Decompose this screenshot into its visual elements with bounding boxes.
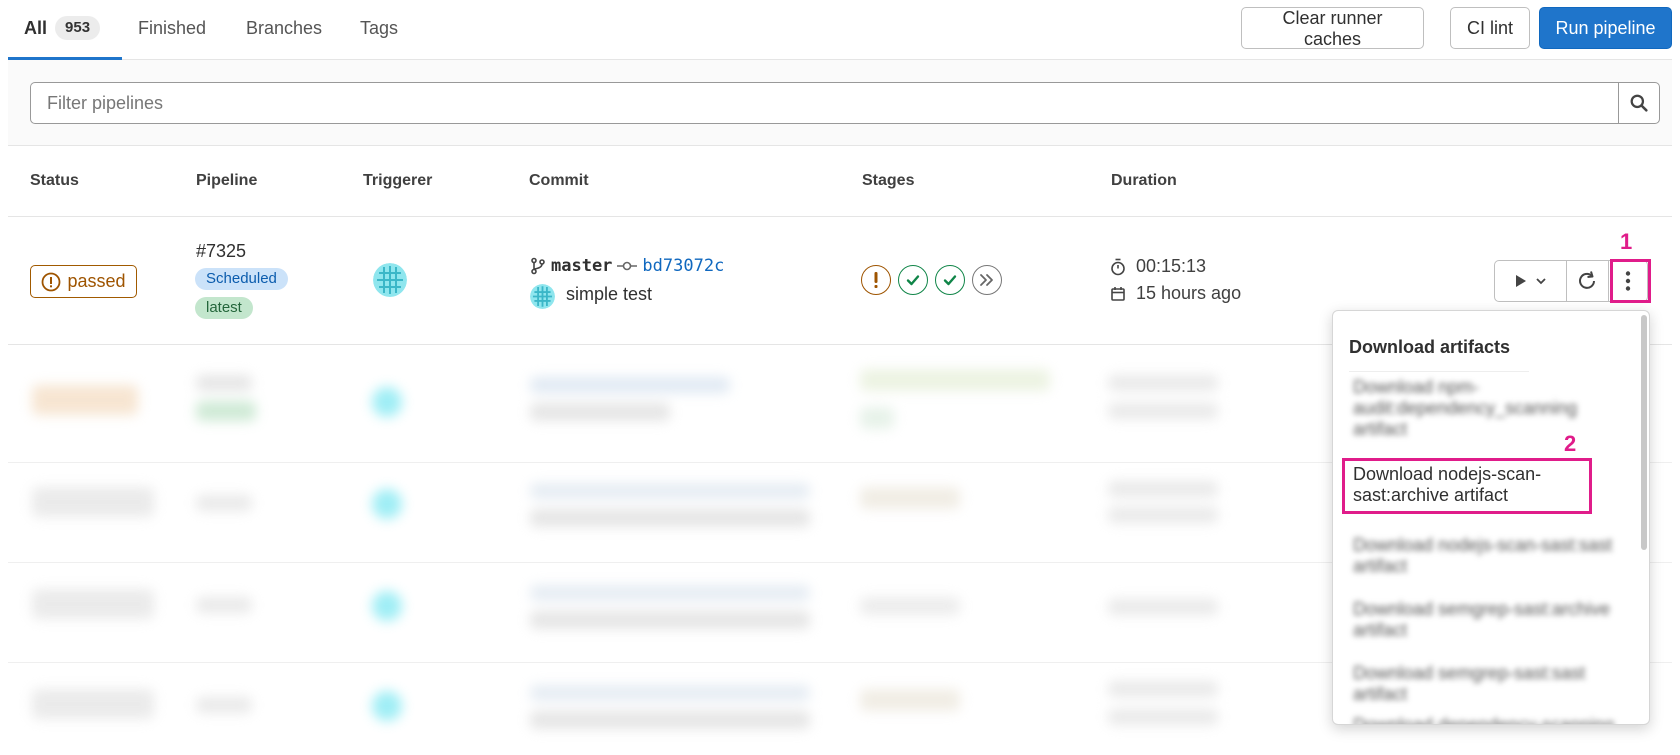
dropdown-divider (1349, 371, 1529, 372)
warning-icon (874, 272, 878, 288)
column-header-status: Status (30, 172, 79, 189)
annotation-box-more-actions (1610, 259, 1651, 303)
retry-pipeline-button[interactable] (1567, 261, 1609, 301)
tab-finished[interactable]: Finished (138, 0, 206, 60)
artifact-download-item[interactable]: Download nodejs-scan-sast:sast artifact (1353, 535, 1623, 577)
filter-pipelines-input[interactable] (30, 82, 1618, 124)
finished-time-value: 15 hours ago (1136, 283, 1242, 303)
tab-finished-label: Finished (138, 18, 207, 38)
calendar-icon (1111, 286, 1125, 301)
tab-branches-label: Branches (246, 18, 323, 38)
stage-skipped[interactable] (972, 265, 1002, 295)
commit-author-avatar[interactable] (530, 284, 555, 309)
annotation-number-1: 1 (1620, 229, 1633, 254)
search-button[interactable] (1618, 82, 1660, 124)
pipeline-id-link[interactable]: #7325 (196, 241, 246, 262)
column-header-duration: Duration (1111, 172, 1177, 189)
branch-icon (531, 257, 545, 275)
warning-icon (42, 272, 61, 291)
play-icon (1515, 275, 1526, 287)
timer-icon (1111, 258, 1125, 275)
duration-value: 00:15:13 (1136, 256, 1207, 276)
column-header-triggerer: Triggerer (363, 172, 433, 189)
triggerer-avatar[interactable] (373, 263, 407, 297)
chevron-down-icon (1535, 278, 1546, 285)
tab-all-count: 953 (55, 16, 101, 40)
tab-tags-label: Tags (360, 18, 399, 38)
commit-ref: master bd73072c (530, 256, 724, 276)
branch-name-link[interactable]: master (551, 256, 612, 276)
filter-bar (8, 60, 1672, 146)
tab-all[interactable]: All 953 (8, 0, 122, 60)
annotation-box-artifact-item (1342, 458, 1592, 514)
column-header-stages: Stages (862, 172, 915, 189)
dropdown-header: Download artifacts (1349, 337, 1511, 357)
dropdown-scrollbar[interactable] (1641, 315, 1647, 550)
artifact-download-item[interactable]: Download dependency-scanning artifact (1353, 715, 1623, 724)
artifact-download-item[interactable]: Download semgrep-sast:archive artifact (1353, 599, 1623, 641)
artifact-download-item[interactable]: Download semgrep-sast:sast artifact (1353, 663, 1623, 705)
skipped-icon (980, 274, 993, 286)
download-artifacts-dropdown: Download artifacts Download npm-audit:de… (1332, 310, 1650, 725)
commit-sha-link[interactable]: bd73072c (642, 256, 724, 276)
column-header-pipeline: Pipeline (196, 172, 258, 189)
ci-lint-button[interactable]: CI lint (1450, 7, 1530, 49)
clear-runner-caches-button[interactable]: Clear runner caches (1241, 7, 1424, 49)
commit-title-link[interactable]: simple test (566, 284, 652, 305)
run-pipeline-button[interactable]: Run pipeline (1539, 7, 1672, 49)
tab-branches[interactable]: Branches (246, 0, 322, 60)
status-badge-label: passed (67, 271, 126, 291)
artifact-download-item[interactable]: Download npm-audit:dependency_scanning a… (1353, 377, 1623, 440)
pipeline-duration: 00:15:13 (1110, 256, 1206, 277)
retry-icon (1579, 271, 1596, 289)
manual-jobs-dropdown-button[interactable] (1495, 261, 1568, 301)
column-header-commit: Commit (529, 172, 589, 189)
scheduled-badge: Scheduled (195, 268, 288, 290)
search-icon (1630, 94, 1648, 112)
stage-warning[interactable] (861, 265, 891, 295)
tab-tags[interactable]: Tags (360, 0, 398, 60)
pipeline-finished-time: 15 hours ago (1110, 283, 1241, 304)
annotation-number-2: 2 (1564, 431, 1577, 456)
latest-badge: latest (195, 297, 253, 319)
tab-all-label: All (24, 18, 48, 38)
pipeline-tabs-bar: All 953 Finished Branches Tags Clear runn… (8, 0, 1672, 60)
status-badge[interactable]: passed (30, 265, 137, 298)
check-icon (906, 275, 920, 286)
check-icon (943, 275, 957, 286)
header-divider (8, 216, 1672, 217)
commit-icon (617, 261, 638, 271)
stage-success[interactable] (935, 265, 965, 295)
stage-success[interactable] (898, 265, 928, 295)
